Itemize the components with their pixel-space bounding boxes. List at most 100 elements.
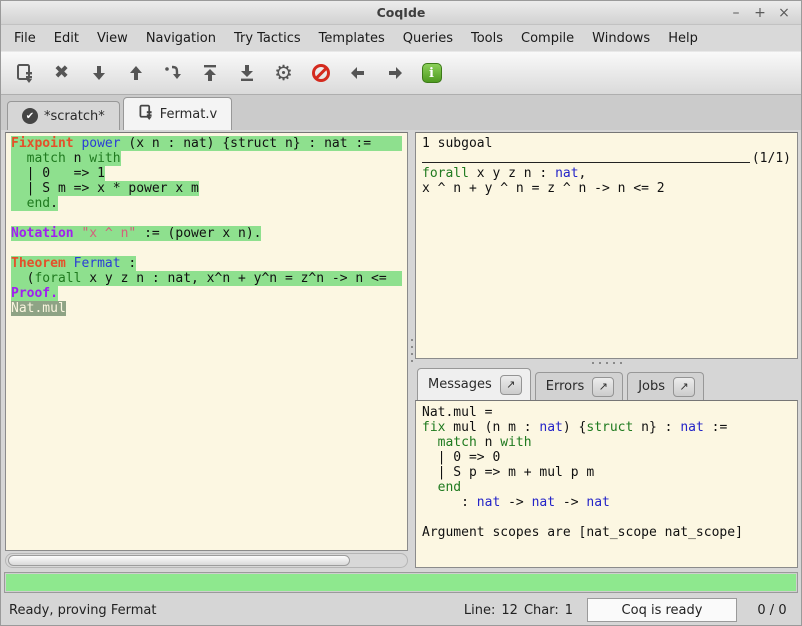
tab-label: Errors xyxy=(546,379,584,394)
menu-windows[interactable]: Windows xyxy=(583,28,659,49)
code-line: match n with xyxy=(422,435,791,450)
forward-step-button[interactable] xyxy=(83,58,114,88)
line-label: Line: xyxy=(464,603,495,618)
detach-button[interactable]: ↗ xyxy=(673,377,695,397)
vertical-splitter[interactable] xyxy=(408,132,415,568)
toolbar: ✖ ⚙ i xyxy=(1,51,801,95)
tab-label: *scratch* xyxy=(44,109,105,124)
menu-help[interactable]: Help xyxy=(659,28,707,49)
code-line: x ^ n + y ^ n = z ^ n -> n <= 2 xyxy=(422,181,791,196)
window-title: CoqIde xyxy=(1,5,801,20)
worker-slots: 0 / 0 xyxy=(751,603,793,618)
close-buffer-button[interactable]: ✖ xyxy=(46,58,77,88)
code-line: Nat.mul xyxy=(11,301,402,316)
close-buffer-icon: ✖ xyxy=(54,64,69,82)
go-to-cursor-button[interactable] xyxy=(157,58,188,88)
code-line xyxy=(11,211,402,226)
char-label: Char: xyxy=(524,603,559,618)
code-line: Proof. xyxy=(11,286,402,301)
code-line: | 0 => 0 xyxy=(422,450,791,465)
script-editor[interactable]: Fixpoint power (x n : nat) {struct n} : … xyxy=(5,132,408,551)
detach-icon: ↗ xyxy=(679,380,688,393)
back-button[interactable] xyxy=(342,58,373,88)
progress-bar xyxy=(4,572,798,593)
char-value: 1 xyxy=(565,603,573,618)
code-line: | 0 => 1 xyxy=(11,166,402,181)
menu-tools[interactable]: Tools xyxy=(462,28,512,49)
restart-button[interactable] xyxy=(194,58,225,88)
goal-separator: (1/1) xyxy=(422,151,791,166)
main-area: Fixpoint power (x n : nat) {struct n} : … xyxy=(1,130,801,570)
title-bar: CoqIde – + × xyxy=(1,1,801,25)
go-to-cursor-icon xyxy=(163,63,183,83)
progress-fill xyxy=(6,574,796,591)
code-line: Notation "x ^ n" := (power x n). xyxy=(11,226,402,241)
goals-pane[interactable]: 1 subgoal(1/1)forall x y z n : nat,x ^ n… xyxy=(415,132,798,359)
tab-errors[interactable]: Errors ↗ xyxy=(535,372,623,400)
coqide-window: CoqIde – + × FileEditViewNavigationTry T… xyxy=(0,0,802,626)
menu-queries[interactable]: Queries xyxy=(394,28,462,49)
code-line: forall x y z n : nat, xyxy=(422,166,791,181)
save-button[interactable] xyxy=(9,58,40,88)
code-line: end. xyxy=(11,196,402,211)
right-column: 1 subgoal(1/1)forall x y z n : nat,x ^ n… xyxy=(415,132,798,568)
code-line: fix mul (n m : nat) {struct n} : nat := xyxy=(422,420,791,435)
menu-navigation[interactable]: Navigation xyxy=(137,28,225,49)
messages-pane[interactable]: Nat.mul =fix mul (n m : nat) {struct n} … xyxy=(415,400,798,568)
code-line: | S p => m + mul p m xyxy=(422,465,791,480)
code-line xyxy=(422,510,791,525)
horizontal-scrollbar[interactable] xyxy=(5,553,408,568)
info-bubble-icon: i xyxy=(422,63,442,83)
document-tabstrip: ✔ *scratch* Fermat.v xyxy=(1,95,801,130)
arrow-up-bar-icon xyxy=(200,63,220,83)
gear-icon: ⚙ xyxy=(274,64,293,82)
goal-counter: (1/1) xyxy=(750,151,791,166)
code-line: match n with xyxy=(11,151,402,166)
code-line: Argument scopes are [nat_scope nat_scope… xyxy=(422,525,791,540)
about-button[interactable]: i xyxy=(416,58,447,88)
code-line: Theorem Fermat : xyxy=(11,256,402,271)
detach-button[interactable]: ↗ xyxy=(500,375,522,395)
tab-messages[interactable]: Messages ↗ xyxy=(417,368,531,400)
tab-label: Jobs xyxy=(638,379,665,394)
close-icon[interactable]: × xyxy=(777,6,791,20)
arrow-down-icon xyxy=(89,63,109,83)
menu-compile[interactable]: Compile xyxy=(512,28,583,49)
arrow-right-icon xyxy=(385,63,405,83)
menu-file[interactable]: File xyxy=(5,28,45,49)
script-column: Fixpoint power (x n : nat) {struct n} : … xyxy=(5,132,408,568)
tab-scratch[interactable]: ✔ *scratch* xyxy=(7,101,120,130)
detach-button[interactable]: ↗ xyxy=(592,377,614,397)
arrow-down-bar-icon xyxy=(237,63,257,83)
tab-fermat[interactable]: Fermat.v xyxy=(123,97,232,130)
code-line: : nat -> nat -> nat xyxy=(422,495,791,510)
detach-icon: ↗ xyxy=(599,380,608,393)
forward-button[interactable] xyxy=(379,58,410,88)
arrow-up-icon xyxy=(126,63,146,83)
tab-jobs[interactable]: Jobs ↗ xyxy=(627,372,704,400)
go-to-end-button[interactable] xyxy=(231,58,262,88)
menu-templates[interactable]: Templates xyxy=(310,28,394,49)
maximize-icon[interactable]: + xyxy=(753,6,767,20)
preferences-button[interactable]: ⚙ xyxy=(268,58,299,88)
menu-edit[interactable]: Edit xyxy=(45,28,88,49)
window-controls: – + × xyxy=(729,6,801,20)
menu-bar: FileEditViewNavigationTry TacticsTemplat… xyxy=(1,25,801,51)
tab-label: Messages xyxy=(428,377,492,392)
scrollbar-thumb[interactable] xyxy=(8,555,350,566)
code-line: Nat.mul = xyxy=(422,405,791,420)
status-right: Line: 12 Char: 1 Coq is ready 0 / 0 xyxy=(464,598,793,622)
code-line: Fixpoint power (x n : nat) {struct n} : … xyxy=(11,136,402,151)
arrow-left-icon xyxy=(348,63,368,83)
menu-view[interactable]: View xyxy=(88,28,137,49)
menu-try-tactics[interactable]: Try Tactics xyxy=(225,28,310,49)
backward-step-button[interactable] xyxy=(120,58,151,88)
minimize-icon[interactable]: – xyxy=(729,6,743,20)
interrupt-button[interactable] xyxy=(305,58,336,88)
status-message: Ready, proving Fermat xyxy=(9,603,464,618)
horizontal-splitter[interactable] xyxy=(415,359,798,367)
line-value: 12 xyxy=(501,603,518,618)
tab-label: Fermat.v xyxy=(160,107,217,122)
interrupt-icon xyxy=(312,64,330,82)
status-bar: Ready, proving Fermat Line: 12 Char: 1 C… xyxy=(1,595,801,625)
